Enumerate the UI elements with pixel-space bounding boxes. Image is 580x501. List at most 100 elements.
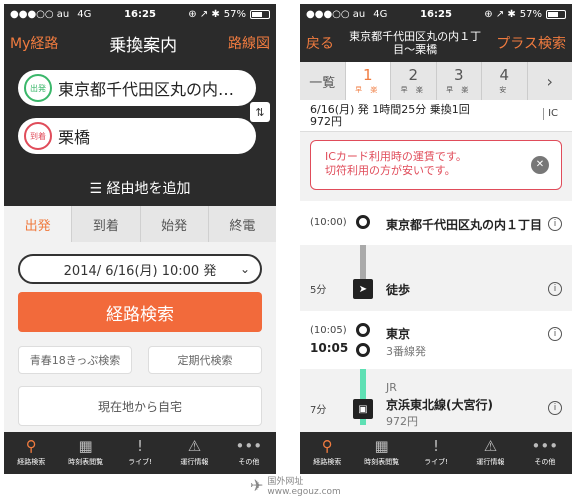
arrival-station: 栗橋 xyxy=(58,128,91,147)
status-bar: ●●●○○ au 4G 16:25 ⊕ ↗ ✱ 57% xyxy=(4,4,276,24)
walk-icon: ➤ xyxy=(353,279,373,299)
chevron-right-icon[interactable]: › xyxy=(528,62,573,100)
route-marks: 早 楽 xyxy=(400,85,426,94)
route-marks: 早 楽 xyxy=(355,85,381,94)
page-title: 乗換案内 xyxy=(109,35,178,56)
ic-fare-notice: ICカード利用時の運賃です。 切符利用の方が安いです。 ✕ xyxy=(310,140,562,190)
route-tabs: 一覧 1 早 楽 2 早 楽 3 早 楽 4 安 › xyxy=(300,62,572,100)
tabbar-live[interactable]: ! ライブ! xyxy=(409,432,463,474)
tokyo-station-name: 東京 xyxy=(386,327,411,341)
info-icon[interactable]: i xyxy=(548,217,562,231)
time-mode-tabs: 出発 到着 始発 終電 xyxy=(4,206,276,242)
tab-bar: ⚲ 経路検索 ▦ 時刻表閲覧 ! ライブ! ⚠ 運行情報 ••• その他 xyxy=(4,432,276,474)
seishun18-search-button[interactable]: 青春18きっぷ検索 xyxy=(18,346,132,374)
warning-icon: ⚠ xyxy=(483,437,498,455)
train-company: JR xyxy=(386,381,397,394)
search-icon: ⚲ xyxy=(321,437,333,455)
route-number: 3 xyxy=(453,65,464,84)
title-line-2: 目〜栗橋 xyxy=(393,43,438,56)
arrival-badge: 到着 xyxy=(24,122,52,150)
add-waypoint-button[interactable]: ☰ 経由地を追加 xyxy=(4,178,276,198)
my-route-button[interactable]: My経路 xyxy=(10,33,58,53)
watermark-line-1: 国外网址 xyxy=(267,476,304,487)
tabbar-route-search[interactable]: ⚲ 経路検索 xyxy=(4,432,58,474)
station-node-icon xyxy=(356,215,370,229)
secondary-buttons: 青春18きっぷ検索 定期代検索 xyxy=(18,346,262,374)
route-number: 4 xyxy=(499,65,510,84)
search-icon: ⚲ xyxy=(25,437,37,455)
timetable-icon: ▦ xyxy=(78,437,93,455)
clock: 16:25 xyxy=(420,8,452,20)
title-line-1: 東京都千代田区丸の内１丁 xyxy=(349,30,482,43)
commuter-pass-button[interactable]: 定期代検索 xyxy=(148,346,262,374)
ic-label: IC xyxy=(543,108,558,120)
walk-label: 徒歩 xyxy=(386,283,411,297)
tab-route-3[interactable]: 3 早 楽 xyxy=(437,62,482,100)
tabbar-label: ライブ! xyxy=(424,458,448,466)
arrival-field[interactable]: 到着 栗橋 xyxy=(18,118,256,154)
live-icon: ! xyxy=(137,437,144,455)
info-icon[interactable]: i xyxy=(548,401,562,415)
route-result-screen: ●●●○○ au 4G 16:25 ⊕ ↗ ✱ 57% 戻る 東京都千代田区丸の… xyxy=(300,4,572,474)
tabbar-label: ライブ! xyxy=(128,458,152,466)
swap-icon[interactable]: ⇅ xyxy=(250,102,270,122)
timeline-row-start[interactable]: (10:00) 東京都千代田区丸の内１丁目 i xyxy=(300,201,572,245)
plus-search-button[interactable]: プラス検索 xyxy=(496,33,566,53)
tab-route-4[interactable]: 4 安 xyxy=(482,62,528,100)
tabbar-label: 時刻表閲覧 xyxy=(68,458,104,466)
date-selector[interactable]: 2014/ 6/16(月) 10:00 発 ⌄ xyxy=(18,254,262,284)
tabbar-label: その他 xyxy=(534,458,556,466)
route-number: 2 xyxy=(408,65,419,84)
notice-line-1: ICカード利用時の運賃です。 xyxy=(325,150,467,163)
tabbar-label: 経路検索 xyxy=(313,458,342,466)
departure-field[interactable]: 出発 東京都千代田区丸の内… xyxy=(18,70,256,106)
page-title: 東京都千代田区丸の内１丁 目〜栗橋 xyxy=(349,30,481,56)
start-time: (10:00) xyxy=(310,217,347,228)
route-map-button[interactable]: 路線図 xyxy=(228,33,270,53)
tabbar-service-info[interactable]: ⚠ 運行情報 xyxy=(463,432,517,474)
timetable-icon: ▦ xyxy=(374,437,389,455)
start-name: 東京都千代田区丸の内１丁目 xyxy=(386,218,543,232)
live-icon: ! xyxy=(433,437,440,455)
tabbar-label: 運行情報 xyxy=(180,458,209,466)
tab-arrival[interactable]: 到着 xyxy=(72,206,141,242)
menu-icon: ☰ xyxy=(89,181,103,197)
route-search-button[interactable]: 経路検索 xyxy=(18,292,262,332)
info-icon[interactable]: i xyxy=(548,282,562,296)
tab-first-train[interactable]: 始発 xyxy=(141,206,209,242)
tabbar-more[interactable]: ••• その他 xyxy=(222,432,276,474)
tabbar-service-info[interactable]: ⚠ 運行情報 xyxy=(167,432,221,474)
tab-route-1[interactable]: 1 早 楽 xyxy=(345,62,391,100)
tab-list[interactable]: 一覧 xyxy=(300,62,346,100)
back-button[interactable]: 戻る xyxy=(306,33,334,53)
tabbar-timetable[interactable]: ▦ 時刻表閲覧 xyxy=(58,432,112,474)
tabbar-route-search[interactable]: ⚲ 経路検索 xyxy=(300,432,354,474)
train-icon: ▣ xyxy=(353,399,373,419)
timeline-row-walk[interactable]: 5分 ➤ 徒歩 i xyxy=(300,245,572,305)
watermark: ✈ 国外网址 www.egouz.com xyxy=(250,470,341,500)
route-marks: 安 xyxy=(499,85,510,94)
tab-departure[interactable]: 出発 xyxy=(4,206,73,242)
close-icon[interactable]: ✕ xyxy=(531,156,549,174)
tokyo-departure-time: 10:05 xyxy=(310,341,349,355)
home-route-button[interactable]: 現在地から自宅 xyxy=(18,386,262,426)
tokyo-arrival-time: (10:05) xyxy=(310,325,347,336)
train-fare: 972円 xyxy=(386,415,418,428)
walk-duration: 5分 xyxy=(310,285,327,296)
train-duration: 7分 xyxy=(310,405,327,416)
tabbar-label: その他 xyxy=(238,458,260,466)
info-icon[interactable]: i xyxy=(548,327,562,341)
timeline-row-train[interactable]: 7分 ▣ JR 京浜東北線(大宮行) 972円 i xyxy=(300,373,572,432)
tabbar-timetable[interactable]: ▦ 時刻表閲覧 xyxy=(354,432,408,474)
tabbar-label: 運行情報 xyxy=(476,458,505,466)
timeline-row-tokyo[interactable]: (10:05) 10:05 東京 3番線発 i xyxy=(300,311,572,369)
watermark-logo-icon: ✈ xyxy=(250,475,264,495)
tab-route-2[interactable]: 2 早 楽 xyxy=(391,62,437,100)
tabbar-live[interactable]: ! ライブ! xyxy=(113,432,167,474)
watermark-line-2: www.egouz.com xyxy=(267,486,341,497)
tab-last-train[interactable]: 終電 xyxy=(209,206,276,242)
add-waypoint-label: 経由地を追加 xyxy=(106,181,191,197)
station-node-icon xyxy=(356,323,370,337)
more-icon: ••• xyxy=(531,437,559,455)
tabbar-more[interactable]: ••• その他 xyxy=(518,432,572,474)
